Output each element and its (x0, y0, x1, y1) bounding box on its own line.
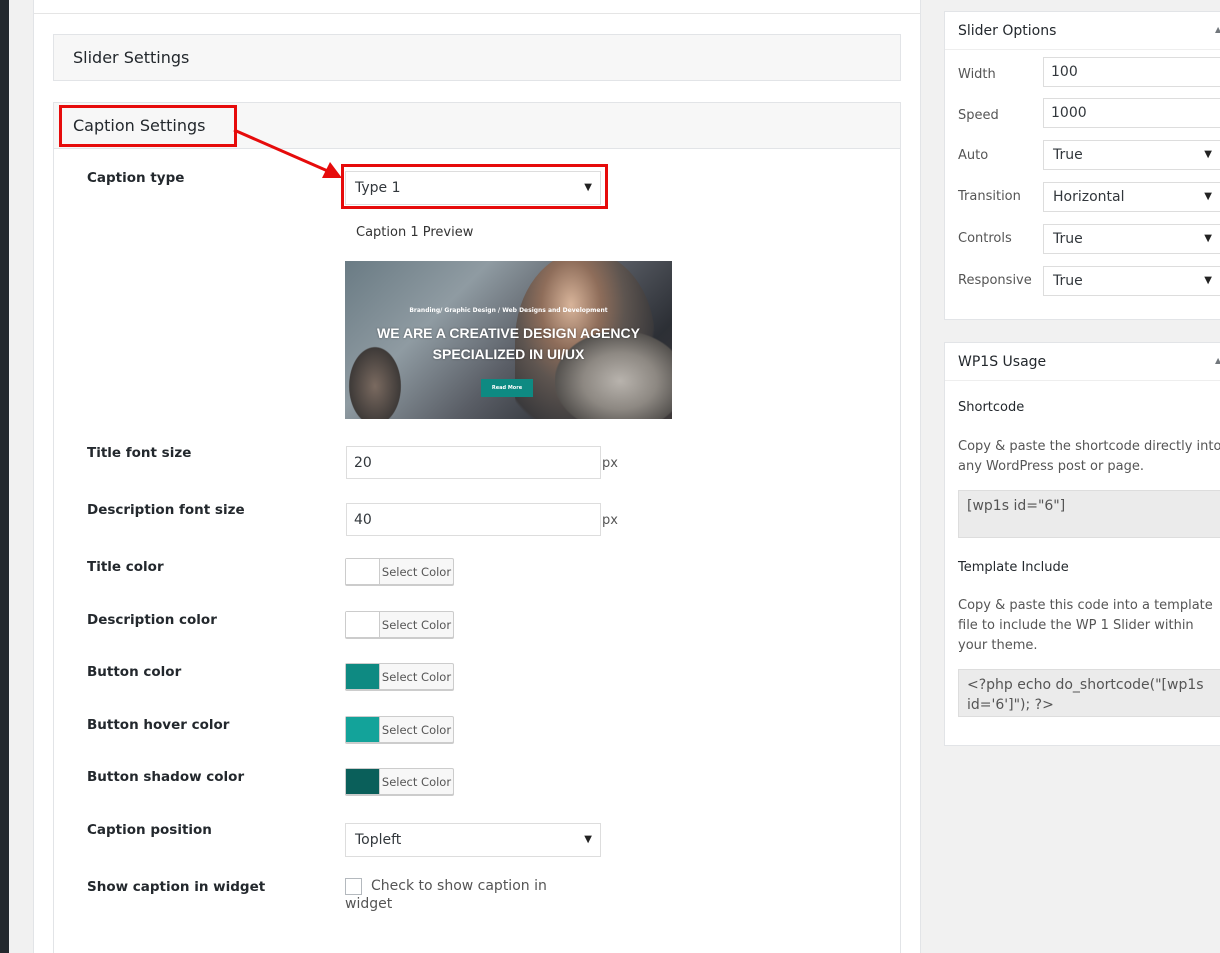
caption-type-label: Caption type (87, 170, 185, 186)
chevron-down-icon: ▼ (1204, 148, 1212, 160)
collapse-arrow-icon[interactable]: ▲ (1215, 25, 1220, 34)
controls-select[interactable]: True ▼ (1043, 224, 1220, 254)
title-font-size-value: 20 (354, 454, 372, 471)
title-font-size-label: Title font size (87, 445, 192, 461)
usage-header[interactable]: WP1S Usage ▲ (945, 343, 1220, 381)
divider (34, 13, 920, 14)
shortcode-code-box[interactable]: [wp1s id="6"] (958, 490, 1220, 538)
title-color-label: Title color (87, 559, 164, 575)
annotation-arrow (233, 128, 342, 178)
button-shadow-color-button-label: Select Color (379, 769, 453, 794)
description-color-button-label: Select Color (379, 612, 453, 637)
button-color-swatch (346, 664, 379, 689)
template-code-box[interactable]: <?php echo do_shortcode("[wp1s id='6']")… (958, 669, 1220, 717)
description-font-size-label: Description font size (87, 502, 245, 518)
button-hover-color-picker-button[interactable]: Select Color (345, 716, 454, 743)
template-include-heading: Template Include (958, 560, 1069, 575)
responsive-select[interactable]: True ▼ (1043, 266, 1220, 296)
title-color-picker-button[interactable]: Select Color (345, 558, 454, 585)
description-color-label: Description color (87, 612, 217, 628)
auto-select[interactable]: True ▼ (1043, 140, 1220, 170)
shortcode-description: Copy & paste the shortcode directly into… (958, 439, 1220, 474)
button-shadow-color-label: Button shadow color (87, 769, 245, 785)
template-code-value: <?php echo do_shortcode("[wp1s id='6']")… (967, 677, 1204, 713)
usage-panel: WP1S Usage ▲ Shortcode Copy & paste the … (944, 342, 1220, 746)
width-label: Width (958, 67, 996, 82)
description-font-size-unit: px (602, 513, 618, 528)
auto-label: Auto (958, 148, 989, 163)
width-value: 100 (1051, 64, 1078, 80)
transition-value: Horizontal (1053, 189, 1125, 205)
preview-label: Caption 1 Preview (356, 225, 474, 240)
controls-label: Controls (958, 231, 1012, 246)
chevron-down-icon: ▼ (584, 833, 592, 845)
preview-headline-line2: SPECIALIZED IN UI/UX (432, 346, 585, 362)
transition-select[interactable]: Horizontal ▼ (1043, 182, 1220, 212)
auto-value: True (1053, 147, 1083, 163)
speed-value: 1000 (1051, 105, 1087, 121)
button-shadow-color-swatch (346, 769, 379, 794)
responsive-value: True (1053, 273, 1083, 289)
slider-options-title: Slider Options (958, 23, 1057, 39)
button-color-picker-button[interactable]: Select Color (345, 663, 454, 690)
preview-read-more-button: Read More (481, 379, 533, 397)
preview-headline: WE ARE A CREATIVE DESIGN AGENCY SPECIALI… (345, 323, 672, 365)
title-color-swatch (346, 559, 379, 584)
caption-position-select[interactable]: Topleft ▼ (345, 823, 601, 857)
caption-position-value: Topleft (355, 832, 402, 848)
button-shadow-color-picker-button[interactable]: Select Color (345, 768, 454, 795)
button-hover-color-label: Button hover color (87, 717, 230, 733)
preview-tagline: Branding/ Graphic Design / Web Designs a… (409, 307, 608, 314)
slider-options-panel: Slider Options ▲ Width 100 Speed 1000 Au… (944, 11, 1220, 320)
speed-input[interactable]: 1000 (1043, 98, 1220, 128)
caption-preview-image: Branding/ Graphic Design / Web Designs a… (345, 261, 672, 419)
slider-settings-title: Slider Settings (73, 48, 190, 67)
caption-position-label: Caption position (87, 822, 212, 838)
chevron-down-icon: ▼ (1204, 190, 1212, 202)
highlight-caption-type (341, 164, 608, 209)
chevron-down-icon: ▼ (1204, 274, 1212, 286)
transition-label: Transition (958, 189, 1021, 204)
preview-headline-line1: WE ARE A CREATIVE DESIGN AGENCY (377, 325, 640, 341)
usage-title: WP1S Usage (958, 354, 1047, 370)
button-color-label: Button color (87, 664, 182, 680)
button-hover-color-swatch (346, 717, 379, 742)
show-caption-checkbox-text: Check to show caption in widget (345, 878, 547, 912)
responsive-label: Responsive (958, 273, 1032, 288)
show-caption-widget-label: Show caption in widget (87, 879, 266, 895)
title-font-size-unit: px (602, 456, 618, 471)
description-color-swatch (346, 612, 379, 637)
slider-settings-header[interactable]: Slider Settings (53, 34, 901, 81)
description-font-size-input[interactable]: 40 (346, 503, 601, 536)
button-hover-color-button-label: Select Color (379, 717, 453, 742)
slider-options-header[interactable]: Slider Options ▲ (945, 12, 1220, 50)
chevron-down-icon: ▼ (1204, 232, 1212, 244)
highlight-caption-settings (59, 105, 237, 147)
button-color-button-label: Select Color (379, 664, 453, 689)
shortcode-value: [wp1s id="6"] (967, 498, 1066, 514)
controls-value: True (1053, 231, 1083, 247)
template-include-description: Copy & paste this code into a template f… (958, 598, 1213, 653)
shortcode-heading: Shortcode (958, 400, 1025, 415)
width-input[interactable]: 100 (1043, 57, 1220, 87)
admin-sidebar-edge (0, 0, 9, 953)
title-color-button-label: Select Color (379, 559, 453, 584)
collapse-arrow-icon[interactable]: ▲ (1215, 356, 1220, 365)
speed-label: Speed (958, 108, 999, 123)
description-color-picker-button[interactable]: Select Color (345, 611, 454, 638)
description-font-size-value: 40 (354, 511, 372, 528)
title-font-size-input[interactable]: 20 (346, 446, 601, 479)
show-caption-checkbox[interactable] (345, 878, 362, 895)
